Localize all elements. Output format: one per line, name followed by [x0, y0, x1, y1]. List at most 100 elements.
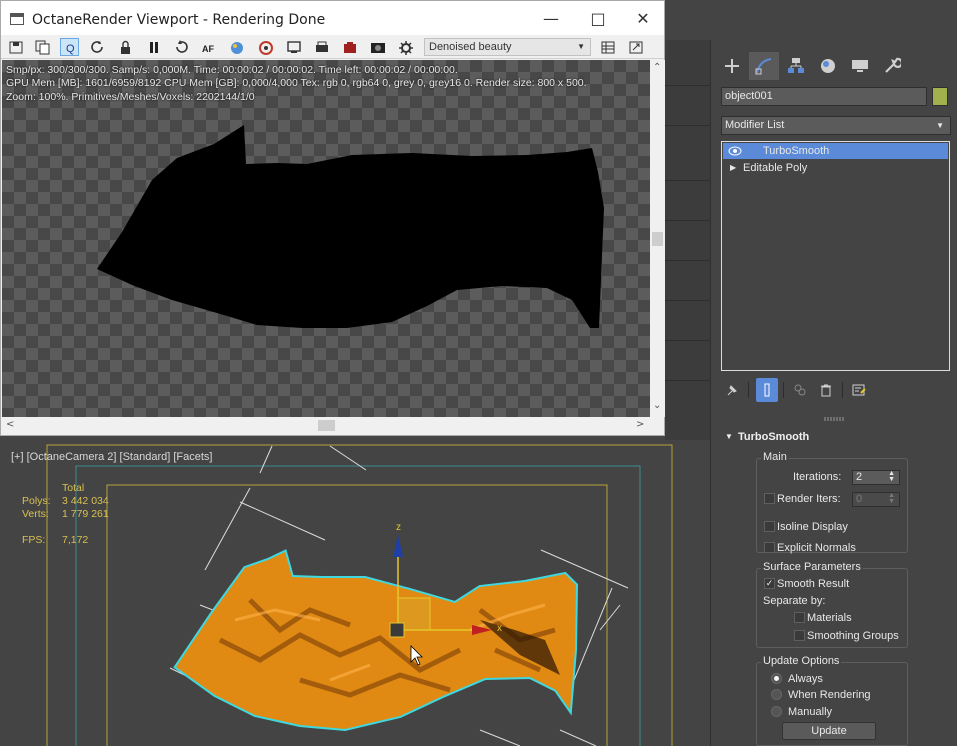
lock-icon[interactable] — [116, 38, 135, 56]
radio-manually[interactable] — [771, 706, 782, 717]
z-axis-label: z — [396, 522, 401, 533]
modifier-list-dropdown[interactable]: Modifier List ▼ — [721, 116, 951, 135]
tab-create[interactable] — [717, 52, 747, 80]
tab-modify[interactable] — [749, 52, 779, 80]
group-main-title: Main — [761, 451, 789, 463]
restart-icon[interactable] — [172, 38, 191, 56]
expand-arrow-icon[interactable]: ▶ — [730, 160, 736, 176]
isoline-display-label: Isoline Display — [777, 521, 848, 533]
octane-viewport-window[interactable]: OctaneRender Viewport - Rendering Done —… — [0, 0, 665, 436]
stack-item-label: TurboSmooth — [763, 145, 830, 157]
scroll-up-icon[interactable]: ⌃ — [653, 62, 661, 73]
remove-modifier-button[interactable] — [815, 378, 837, 402]
window-title: OctaneRender Viewport - Rendering Done — [32, 12, 326, 28]
close-button[interactable]: ✕ — [629, 7, 657, 31]
show-result-icon — [764, 383, 770, 397]
smooth-result-checkbox[interactable]: ✓ — [764, 578, 775, 589]
stack-toolbar — [721, 378, 951, 402]
tab-hierarchy[interactable] — [781, 52, 811, 80]
explicit-normals-label: Explicit Normals — [777, 542, 856, 554]
render-iters-value: 0 — [856, 493, 863, 505]
expand-icon[interactable] — [626, 38, 645, 56]
max-viewport[interactable]: z x [+] [OctaneCamera 2] [Standard] [Fac… — [0, 440, 710, 746]
group-main: Main Iterations: 2 ▲ ▼ Render Iters: 0 ▲ ▼ I… — [756, 451, 908, 554]
stack-item-turbosmooth[interactable]: TurboSmooth — [723, 143, 948, 159]
app-icon — [10, 13, 24, 25]
modify-icon — [755, 58, 772, 75]
stack-item-editable-poly[interactable]: ▶ Editable Poly — [723, 160, 948, 176]
viewport-label[interactable]: [+] [OctaneCamera 2] [Standard] [Facets] — [11, 451, 212, 463]
vertical-scrollbar[interactable]: ⌃ ⌄ — [650, 60, 665, 417]
object-color-swatch[interactable] — [932, 87, 948, 106]
region-icon[interactable] — [284, 38, 303, 56]
tab-motion[interactable] — [813, 52, 843, 80]
explicit-normals-checkbox[interactable] — [764, 542, 775, 553]
separate-by-label: Separate by: — [763, 595, 826, 607]
panel-splitter-icon[interactable] — [824, 417, 844, 421]
collapse-arrow-icon[interactable]: ▼ — [725, 429, 733, 445]
z-axis-arrow — [393, 535, 403, 557]
tab-display[interactable] — [845, 52, 875, 80]
spinner-arrows-icon[interactable]: ▲ ▼ — [888, 470, 895, 483]
show-end-result-button[interactable] — [756, 378, 778, 402]
copy-icon[interactable] — [33, 38, 52, 56]
title-bar[interactable]: OctaneRender Viewport - Rendering Done —… — [1, 1, 664, 35]
radio-when-rendering[interactable] — [771, 689, 782, 700]
smoothing-groups-checkbox[interactable] — [794, 630, 805, 641]
always-label: Always — [788, 673, 823, 685]
scroll-right-icon[interactable]: > — [636, 419, 644, 430]
render-iters-checkbox[interactable] — [764, 493, 775, 504]
tab-utilities[interactable] — [877, 52, 907, 80]
minimize-button[interactable]: — — [537, 7, 565, 31]
render-stats-line-3: Zoom: 100%. Primitives/Meshes/Voxels: 22… — [6, 90, 255, 103]
aov-select[interactable]: Denoised beauty ▼ — [424, 38, 591, 56]
save-icon[interactable] — [6, 38, 25, 56]
settings-icon[interactable] — [256, 38, 275, 56]
configure-sets-button[interactable] — [848, 378, 870, 402]
x-axis-label: x — [497, 623, 502, 634]
object-name-field[interactable]: object001 — [721, 87, 927, 106]
material-picker-icon[interactable] — [227, 38, 246, 56]
refresh-icon[interactable] — [88, 38, 107, 56]
list-icon[interactable] — [598, 38, 617, 56]
printer-icon[interactable] — [312, 38, 331, 56]
materials-checkbox[interactable] — [794, 612, 805, 623]
group-update-title: Update Options — [761, 655, 842, 667]
iterations-spinner[interactable]: 2 ▲ ▼ — [852, 470, 900, 485]
isoline-display-checkbox[interactable] — [764, 521, 775, 532]
stats-header: Total — [62, 482, 85, 494]
command-panel-tabs — [717, 52, 952, 80]
spinner-arrows-icon[interactable]: ▲ ▼ — [888, 492, 895, 505]
render-view[interactable]: Smp/px: 300/300/300. Samp/s: 0,000M. Tim… — [2, 60, 650, 417]
render-iters-spinner[interactable]: 0 ▲ ▼ — [852, 492, 900, 507]
horizontal-scrollbar[interactable]: < > — [2, 417, 650, 434]
modifier-stack[interactable]: TurboSmooth ▶ Editable Poly — [721, 141, 950, 371]
pause-icon[interactable] — [144, 38, 163, 56]
make-unique-button[interactable] — [789, 378, 811, 402]
svg-text:AF: AF — [202, 44, 214, 54]
fps-value: 7,172 — [62, 534, 89, 546]
rollout-header[interactable]: ▼ TurboSmooth — [721, 429, 951, 445]
stack-item-label: Editable Poly — [743, 162, 808, 174]
viewport-scene: z x — [46, 444, 673, 746]
render-stats: Smp/px: 300/300/300. Samp/s: 0,000M. Tim… — [6, 64, 587, 104]
focus-icon[interactable]: AF — [199, 38, 218, 56]
scroll-down-icon[interactable]: ⌄ — [653, 400, 661, 411]
camera-icon[interactable] — [340, 38, 359, 56]
vertical-scroll-thumb[interactable] — [652, 232, 663, 246]
gear-icon[interactable] — [396, 38, 415, 56]
pin-stack-button[interactable] — [721, 378, 743, 402]
trash-icon — [821, 384, 831, 397]
snapshot-icon[interactable] — [368, 38, 387, 56]
svg-text:Q: Q — [66, 43, 75, 55]
materials-label: Materials — [807, 612, 852, 624]
scroll-left-icon[interactable]: < — [6, 419, 14, 430]
aov-select-value: Denoised beauty — [429, 41, 512, 53]
update-button[interactable]: Update — [782, 722, 876, 740]
maximize-button[interactable]: □ — [584, 7, 612, 31]
verts-key: Verts: — [22, 508, 49, 520]
eye-icon[interactable] — [728, 146, 742, 156]
horizontal-scroll-thumb[interactable] — [318, 420, 335, 431]
quick-icon[interactable]: Q — [60, 38, 79, 56]
radio-always[interactable] — [771, 673, 782, 684]
